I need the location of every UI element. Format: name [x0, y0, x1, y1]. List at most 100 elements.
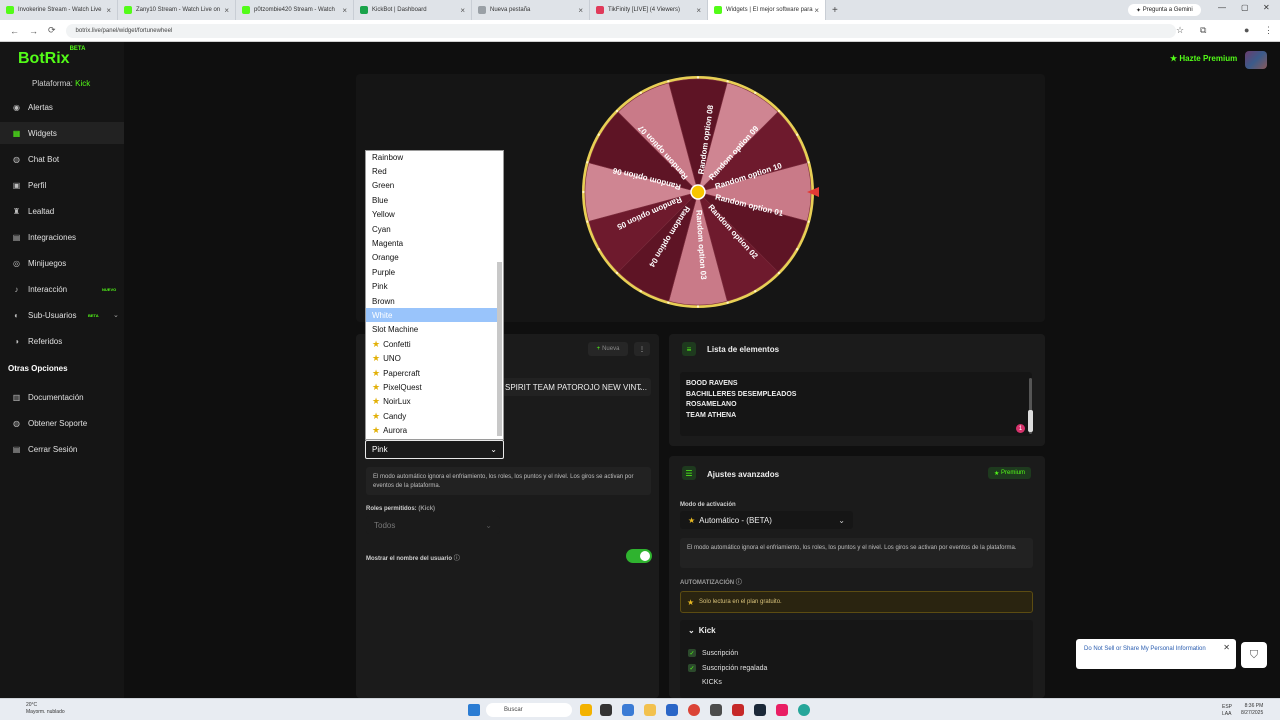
close-tab-icon[interactable]: ×	[460, 6, 465, 15]
dropdown-option[interactable]: ★ Candy	[366, 409, 499, 423]
sidebar-item-cerrarsesin[interactable]: ▤ Cerrar Sesión	[0, 438, 124, 460]
steam-icon[interactable]	[754, 704, 766, 716]
sidebar-item-interaccin[interactable]: ♪ Interacción NUEVO	[0, 278, 124, 300]
dropdown-option[interactable]: Red	[366, 164, 499, 178]
activation-mode-select[interactable]: ★ Automático - (BETA) ⌄	[680, 511, 853, 529]
close-tab-icon[interactable]: ×	[814, 6, 819, 15]
minimize-button[interactable]: —	[1218, 3, 1226, 12]
dropdown-option[interactable]: Slot Machine	[366, 323, 499, 337]
cookie-consent-link[interactable]: Do Not Sell or Share My Personal Informa…	[1084, 646, 1206, 652]
sidebar-item-integraciones[interactable]: ▤ Integraciones	[0, 226, 124, 248]
event-checkbox[interactable]: ✓ Suscripción	[688, 649, 738, 657]
style-select[interactable]: Pink ⌄	[365, 440, 504, 459]
close-tab-icon[interactable]: ×	[106, 6, 111, 15]
event-checkbox[interactable]: KICKs	[702, 679, 722, 686]
taskbar-app-icon[interactable]	[776, 704, 788, 716]
back-icon[interactable]: ←	[10, 26, 19, 36]
dropdown-option[interactable]: Orange	[366, 251, 499, 265]
close-tab-icon[interactable]: ×	[696, 6, 701, 15]
elements-scroll-thumb[interactable]	[1028, 410, 1033, 432]
language-indicator[interactable]: ESP LAA	[1222, 704, 1232, 718]
dropdown-option[interactable]: Purple	[366, 265, 499, 279]
browser-tab[interactable]: Widgets | El mejor software para ×	[708, 0, 826, 20]
sidebar-item-perfil[interactable]: ▣ Perfil	[0, 174, 124, 196]
new-tab-button[interactable]: +	[832, 5, 838, 16]
show-username-toggle[interactable]	[626, 549, 652, 563]
sidebar-item-obtenersoporte[interactable]: ◍ Obtener Soporte	[0, 412, 124, 434]
maximize-button[interactable]: ▢	[1241, 3, 1249, 12]
event-checkbox[interactable]: ✓ Suscripción regalada	[688, 664, 767, 672]
sidebar-item-lealtad[interactable]: ♜ Lealtad	[0, 200, 124, 222]
dropdown-option[interactable]: Green	[366, 179, 499, 193]
weather-widget[interactable]: 20°C Mayorm. nublado	[26, 702, 65, 716]
browser-tab[interactable]: Nueva pestaña ×	[472, 0, 590, 20]
dropdown-scrollbar[interactable]	[497, 262, 502, 436]
sidebar-item-alertas[interactable]: ◉ Alertas	[0, 96, 124, 118]
sidebar-item-subusuarios[interactable]: ◐ Sub-Usuarios BETA ⌄	[0, 304, 124, 326]
bookmark-star-icon[interactable]: ☆	[1176, 25, 1184, 36]
reload-icon[interactable]: ⟳	[48, 25, 56, 36]
extensions-icon[interactable]: ⧉	[1200, 25, 1206, 36]
taskbar-app-icon[interactable]	[600, 704, 612, 716]
dropdown-option[interactable]: Magenta	[366, 236, 499, 250]
close-tab-icon[interactable]: ×	[342, 6, 347, 15]
taskbar-app-icon[interactable]	[666, 704, 678, 716]
dropdown-option[interactable]: ★ Papercraft	[366, 366, 499, 380]
sidebar-item-minijuegos[interactable]: ◎ Minijuegos	[0, 252, 124, 274]
taskbar-search[interactable]: Buscar	[486, 703, 572, 717]
dropdown-option[interactable]: White	[366, 308, 499, 323]
taskbar-clock[interactable]: 8:36 PM 8/27/2025	[1241, 703, 1263, 717]
menu-icon[interactable]: ⋮	[1264, 25, 1273, 36]
close-tab-icon[interactable]: ×	[578, 6, 583, 15]
close-window-button[interactable]: ✕	[1263, 3, 1270, 12]
browser-tab[interactable]: KickBot | Dashboard ×	[354, 0, 472, 20]
browser-tab[interactable]: Zany10 Stream - Watch Live on ×	[118, 0, 236, 20]
windows-start-icon[interactable]	[468, 704, 480, 716]
taskbar-app-icon[interactable]	[798, 704, 810, 716]
taskbar-app-icon[interactable]	[580, 704, 592, 716]
dropdown-option[interactable]: ★ Aurora	[366, 424, 499, 438]
roles-select[interactable]: Todos ⌄	[366, 516, 500, 534]
url-input[interactable]: botrix.live/panel/widget/fortunewheel	[65, 23, 1176, 38]
sidebar-item-chatbot[interactable]: ◍ Chat Bot	[0, 148, 124, 170]
dropdown-option[interactable]: ★ Confetti	[366, 337, 499, 351]
browser-tab[interactable]: Invokerine Stream - Watch Live ×	[0, 0, 118, 20]
style-dropdown-list[interactable]: Rainbow Red Green Blue Yellow Cyan Magenta Oran…	[365, 150, 504, 440]
dropdown-option[interactable]: Cyan	[366, 222, 499, 236]
sidebar-item-documentacin[interactable]: ▥ Documentación	[0, 386, 124, 408]
dropdown-option[interactable]: Pink	[366, 280, 499, 294]
dropdown-option-label: Yellow	[372, 210, 395, 220]
taskbar-app-icon[interactable]	[732, 704, 744, 716]
preset-select[interactable]: SPIRIT TEAM PATOROJO NEW VINT... ⌄	[497, 378, 651, 396]
dropdown-option[interactable]: Blue	[366, 193, 499, 207]
premium-button[interactable]: ★ Hazte Premium	[1170, 54, 1237, 63]
dropdown-option[interactable]: Yellow	[366, 208, 499, 222]
kick-section-header[interactable]: ⌄ Kick	[688, 626, 716, 635]
folder-icon[interactable]	[644, 704, 656, 716]
avatar[interactable]	[1245, 51, 1267, 69]
ask-gemini-button[interactable]: ✦ Pregunta a Gemini	[1128, 4, 1201, 16]
more-options-button[interactable]: ⋮	[634, 342, 650, 356]
browser-tab[interactable]: TikFinity [LIVE] (4 Viewers) ×	[590, 0, 708, 20]
dropdown-option[interactable]: ★ PixelQuest	[366, 380, 499, 394]
close-icon[interactable]: ✕	[1223, 643, 1230, 652]
taskbar-app-icon[interactable]	[710, 704, 722, 716]
dropdown-option[interactable]: ★ UNO	[366, 352, 499, 366]
brand-logo[interactable]: BotRixBETA	[18, 46, 85, 68]
wheel-hub[interactable]	[690, 184, 706, 200]
profile-icon[interactable]: ●	[1244, 25, 1249, 35]
browser-tab[interactable]: p0tzombie420 Stream - Watch ×	[236, 0, 354, 20]
sidebar-item-widgets[interactable]: ▦ Widgets	[0, 122, 124, 144]
taskbar-app-icon[interactable]	[622, 704, 634, 716]
forward-icon[interactable]: →	[29, 26, 38, 36]
shield-icon[interactable]: ⛉	[1241, 642, 1267, 668]
close-tab-icon[interactable]: ×	[224, 6, 229, 15]
dropdown-option[interactable]: Brown	[366, 294, 499, 308]
fortune-wheel[interactable]: Random option 08Random option 09Random o…	[580, 74, 820, 314]
dropdown-option[interactable]: ★ NoirLux	[366, 395, 499, 409]
new-button[interactable]: + Nueva	[588, 342, 628, 356]
chrome-icon[interactable]	[688, 704, 700, 716]
dropdown-option[interactable]: Rainbow	[366, 151, 499, 164]
cookie-consent-banner[interactable]: Do Not Sell or Share My Personal Informa…	[1076, 639, 1236, 669]
sidebar-item-referidos[interactable]: ◑ Referidos	[0, 330, 124, 352]
